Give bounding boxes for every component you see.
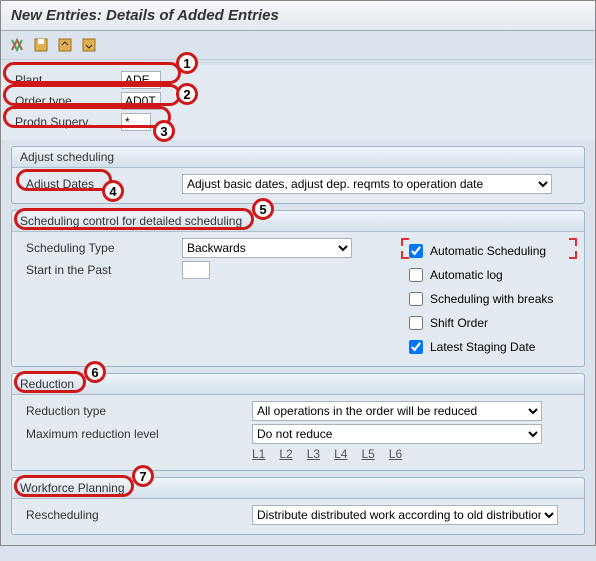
plant-label: Plant [11, 71, 121, 89]
header-form: Plant 1 Order type 2 Prodn Superv. 3 [1, 65, 595, 140]
adjust-scheduling-group: Adjust scheduling Adjust Dates Adjust ba… [11, 146, 585, 204]
max-reduction-select[interactable]: Do not reduce [252, 424, 542, 444]
level-l1: L1 [252, 447, 265, 461]
reduction-type-label: Reduction type [22, 402, 252, 420]
level-l3: L3 [307, 447, 320, 461]
title-bar: New Entries: Details of Added Entries [1, 1, 595, 31]
save-as-icon[interactable] [57, 37, 73, 53]
adjust-scheduling-header: Adjust scheduling [12, 147, 584, 168]
scheduling-type-select[interactable]: Backwards [182, 238, 352, 258]
toggle-icon[interactable] [9, 37, 25, 53]
start-past-input[interactable] [182, 261, 210, 279]
export-icon[interactable] [81, 37, 97, 53]
level-l5: L5 [361, 447, 374, 461]
start-past-label: Start in the Past [22, 261, 182, 279]
automatic-scheduling-checkbox[interactable] [409, 244, 423, 258]
automatic-log-checkbox[interactable] [409, 268, 423, 282]
scheduling-control-header: Scheduling control for detailed scheduli… [12, 211, 584, 232]
prodn-superv-input[interactable] [121, 113, 151, 131]
latest-staging-label: Latest Staging Date [430, 340, 535, 354]
scheduling-control-group: Scheduling control for detailed scheduli… [11, 210, 585, 367]
adjust-dates-select[interactable]: Adjust basic dates, adjust dep. reqmts t… [182, 174, 552, 194]
rescheduling-select[interactable]: Distribute distributed work according to… [252, 505, 558, 525]
reduction-header: Reduction [12, 374, 584, 395]
save-icon[interactable] [33, 37, 49, 53]
workforce-header: Workforce Planning [12, 478, 584, 499]
automatic-scheduling-label: Automatic Scheduling [430, 244, 546, 258]
reduction-type-select[interactable]: All operations in the order will be redu… [252, 401, 542, 421]
toolbar [1, 31, 595, 60]
scheduling-breaks-checkbox[interactable] [409, 292, 423, 306]
automatic-log-label: Automatic log [430, 268, 503, 282]
shift-order-label: Shift Order [430, 316, 488, 330]
level-l2: L2 [279, 447, 292, 461]
rescheduling-label: Rescheduling [22, 506, 252, 524]
scheduling-breaks-label: Scheduling with breaks [430, 292, 553, 306]
plant-input[interactable] [121, 71, 161, 89]
reduction-group: Reduction 6 Reduction type All operation… [11, 373, 585, 471]
level-l4: L4 [334, 447, 347, 461]
order-type-label: Order type [11, 92, 121, 110]
max-reduction-label: Maximum reduction level [22, 425, 252, 443]
shift-order-checkbox[interactable] [409, 316, 423, 330]
workforce-group: Workforce Planning 7 Rescheduling Distri… [11, 477, 585, 535]
adjust-dates-label: Adjust Dates [22, 175, 182, 193]
order-type-input[interactable] [121, 92, 161, 110]
prodn-superv-label: Prodn Superv. [11, 113, 121, 131]
page-title: New Entries: Details of Added Entries [11, 7, 279, 24]
scheduling-type-label: Scheduling Type [22, 239, 182, 257]
latest-staging-checkbox[interactable] [409, 340, 423, 354]
level-l6: L6 [389, 447, 402, 461]
